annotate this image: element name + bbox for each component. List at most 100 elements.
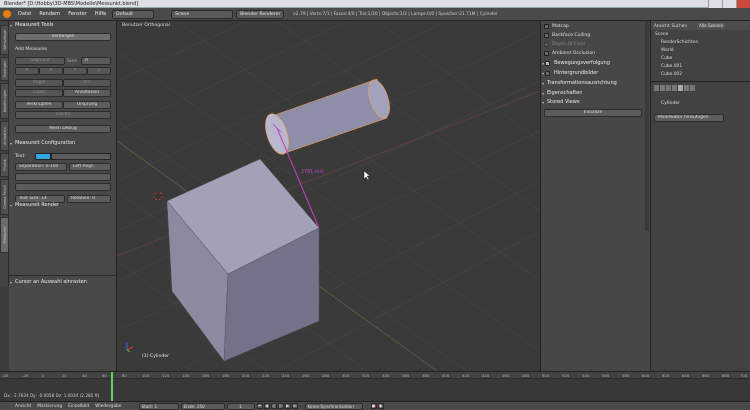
tab-animation[interactable]: Animation	[0, 121, 9, 151]
menu-help[interactable]: Hilfe	[91, 11, 110, 17]
current-frame-indicator[interactable]	[111, 372, 113, 402]
segment-button[interactable]: Segment	[15, 57, 65, 65]
transform-info: Dx: -2.7634 Dy: -0.0058 Dz: 1.0034 (2.28…	[4, 393, 100, 398]
text-color-swatch[interactable]	[35, 153, 51, 160]
sync-selector[interactable]: Keine Synchronisation	[304, 402, 363, 410]
ambient-occlusion-checkbox[interactable]	[544, 51, 549, 56]
3d-viewport[interactable]: Benutzer Orthogonal 2781 mm (1) Cylinder	[117, 21, 540, 371]
tab-physics[interactable]: Physik	[0, 153, 9, 177]
depth-of-field-checkbox[interactable]	[544, 42, 549, 47]
material-tab-icon[interactable]	[690, 85, 695, 91]
annotation-button[interactable]: Annotation	[63, 89, 111, 97]
tab-relations[interactable]: Beziehungen	[0, 83, 9, 119]
operator-panel-header[interactable]: Cursor an Auswahl einrasten	[9, 278, 117, 287]
outliner-row-scene[interactable]: Scene	[651, 31, 750, 39]
maximize-button[interactable]	[722, 0, 736, 8]
play-reverse-icon[interactable]: ◁	[270, 403, 277, 409]
end-frame-field[interactable]: Ende: 250	[180, 402, 225, 410]
properties-scrollbar[interactable]	[645, 21, 649, 231]
next-key-icon[interactable]: ▶	[284, 403, 291, 409]
jump-end-icon[interactable]: ⏭	[291, 403, 298, 409]
label-button[interactable]: Label	[15, 89, 63, 97]
render-tab-icon[interactable]	[654, 85, 659, 91]
window-title-bar: Blender* [D:\Hobby\3D-MBS\Modelle\Messun…	[0, 0, 750, 8]
object-tab-icon[interactable]	[672, 85, 677, 91]
measure-a-button[interactable]: A	[15, 67, 39, 75]
render-engine-selector[interactable]: Blender Renderer	[236, 9, 285, 19]
current-frame-field[interactable]: 1	[226, 402, 255, 410]
scene-selector[interactable]: Scene	[171, 9, 234, 19]
prev-key-icon[interactable]: ◀	[263, 403, 270, 409]
scene-tab-icon[interactable]	[660, 85, 665, 91]
menu-render[interactable]: Rendern	[35, 11, 64, 17]
play-icon[interactable]: ▷	[277, 403, 284, 409]
outliner-row-renderlayers[interactable]: RenderSchichten	[651, 39, 750, 47]
close-button[interactable]	[736, 0, 750, 8]
spacer-field-2[interactable]	[15, 183, 111, 191]
start-frame-field[interactable]: Start: 1	[138, 402, 179, 410]
timeline-menu-view[interactable]: Ansicht	[12, 404, 34, 409]
outliner-row-world[interactable]: World	[651, 47, 750, 55]
timeline-menu-frame[interactable]: Einzelbild	[65, 404, 92, 409]
properties-context-tabs	[654, 85, 748, 93]
arc-button[interactable]: Arc	[63, 79, 111, 87]
scene-stats: v2.79 | Verts:7/1 | Faces:4/0 | Tris:1/3…	[293, 11, 498, 17]
separation-field[interactable]: Separation: 0.100	[15, 163, 67, 171]
add-modifier-button[interactable]: Modifikator hinzufügen	[654, 114, 724, 122]
keying-set-icon[interactable]: ◆	[377, 403, 384, 409]
menu-window[interactable]: Fenster	[64, 11, 91, 17]
timeline-ruler[interactable]: -40 -20 0 20 40 60 80 100 120 140 160 18…	[0, 372, 750, 379]
menu-file[interactable]: Datei	[14, 11, 35, 17]
layout-selector[interactable]: Default	[112, 9, 155, 19]
tab-grease-pencil[interactable]: Grease Pencil	[0, 179, 9, 215]
tab-create[interactable]: Erzeugen	[0, 57, 9, 81]
measureit-render-header[interactable]: MeasureIt Render	[9, 201, 117, 210]
stored-views-header[interactable]: Stored Views	[541, 98, 651, 107]
tab-measureit[interactable]: Measureit	[0, 217, 9, 253]
backface-culling-label: Backface Culling	[552, 33, 591, 38]
align-selector[interactable]: Left Align	[69, 163, 111, 171]
record-icon[interactable]: ●	[370, 403, 377, 409]
measure-y-button[interactable]: Y	[63, 67, 87, 75]
outliner-view-menu[interactable]: Ansicht	[654, 23, 669, 28]
backface-culling-checkbox[interactable]	[544, 33, 549, 38]
background-images-header[interactable]: Hintergrundbilder	[541, 69, 651, 78]
measurement-label: 2781 mm	[301, 170, 325, 175]
minimize-button[interactable]	[708, 0, 722, 8]
measure-z-button[interactable]: Z	[87, 67, 111, 75]
measure-x-button[interactable]: X	[39, 67, 63, 75]
transform-orientation-header[interactable]: Transformationsausrichtung	[541, 79, 651, 88]
viewport-canvas[interactable]	[117, 21, 540, 371]
modifier-tab-icon[interactable]	[678, 85, 683, 91]
motion-tracking-header[interactable]: Bewegungsverfolgung	[541, 59, 651, 69]
tab-tools[interactable]: Werkzeuge	[0, 25, 9, 55]
outliner-row-cube-001[interactable]: Cube.001	[651, 63, 750, 71]
data-tab-icon[interactable]	[684, 85, 689, 91]
measureit-tools-header[interactable]: MeasureIt Tools	[9, 21, 116, 30]
hide-measures-button[interactable]: Verbergen	[15, 33, 111, 41]
outliner-row-cube[interactable]: Cube	[651, 55, 750, 63]
angle-button[interactable]: Angle	[15, 79, 63, 87]
world-tab-icon[interactable]	[666, 85, 671, 91]
outliner-row-cube-002[interactable]: Cube.002	[651, 71, 750, 79]
area-button[interactable]: Fläche	[15, 111, 111, 119]
initialize-button[interactable]: Initialize	[544, 109, 642, 117]
outliner-search-menu[interactable]: Suchen	[671, 23, 687, 28]
blender-logo-icon[interactable]	[3, 10, 11, 18]
spacer-field[interactable]	[15, 173, 111, 181]
properties-header[interactable]: Eigenschaften	[541, 89, 651, 98]
tool-shelf: MeasureIt Tools Verbergen Add Measures S…	[9, 21, 117, 371]
text-alpha-slider[interactable]	[51, 153, 111, 160]
measureit-config-header[interactable]: MeasureIt Configuration	[9, 139, 117, 148]
timeline[interactable]: -40 -20 0 20 40 60 80 100 120 140 160 18…	[0, 371, 750, 402]
outliner-scenes-selector[interactable]: Alle Szenen	[696, 23, 726, 28]
jump-start-icon[interactable]: ⏮	[256, 403, 263, 409]
tool-tabs: Werkzeuge Erzeugen Beziehungen Animation…	[0, 21, 9, 286]
timeline-menu-marker[interactable]: Markierung	[34, 404, 65, 409]
matcap-checkbox[interactable]	[544, 24, 549, 29]
mesh-debug-button[interactable]: Mesh Debug	[15, 125, 111, 133]
timeline-menu-playback[interactable]: Wiedergabe	[92, 404, 124, 409]
sum-selector[interactable]: A	[81, 57, 111, 65]
origin-button[interactable]: Ursprung	[63, 101, 111, 109]
link-button[interactable]: Verknüpfen	[15, 101, 63, 109]
